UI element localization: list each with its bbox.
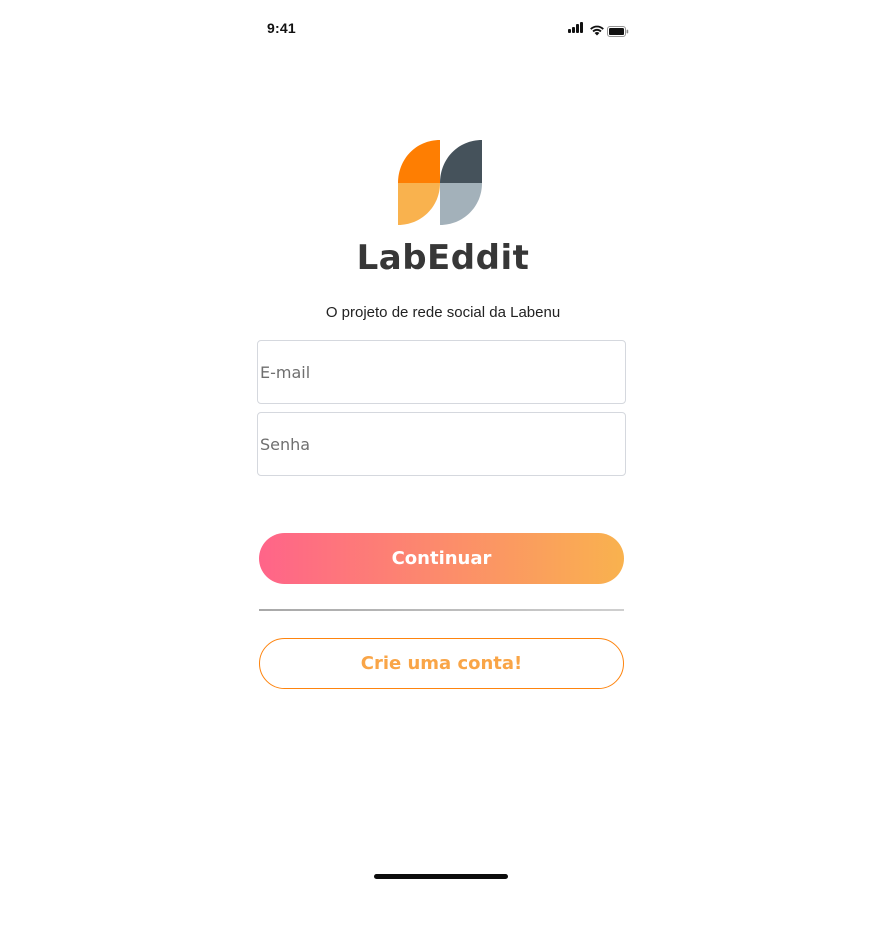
status-icons	[566, 21, 629, 37]
app-subtitle: O projeto de rede social da Labenu	[325, 304, 561, 321]
continue-button[interactable]: Continuar	[259, 533, 624, 584]
cellular-signal-icon	[568, 21, 586, 33]
login-screen: 9:41 LabEddit O projeto de rede social d…	[0, 0, 886, 933]
app-title: LabEddit	[356, 238, 530, 278]
status-time: 9:41	[267, 20, 296, 36]
wifi-icon	[589, 21, 605, 36]
signup-button-label: Crie uma conta!	[360, 653, 523, 674]
divider	[259, 609, 624, 611]
battery-icon	[607, 22, 629, 37]
labeddit-logo-icon	[397, 140, 483, 226]
password-input[interactable]	[257, 412, 626, 476]
email-input[interactable]	[257, 340, 626, 404]
continue-button-label: Continuar	[391, 548, 492, 569]
signup-button[interactable]: Crie uma conta!	[259, 638, 624, 689]
home-indicator	[374, 874, 508, 879]
